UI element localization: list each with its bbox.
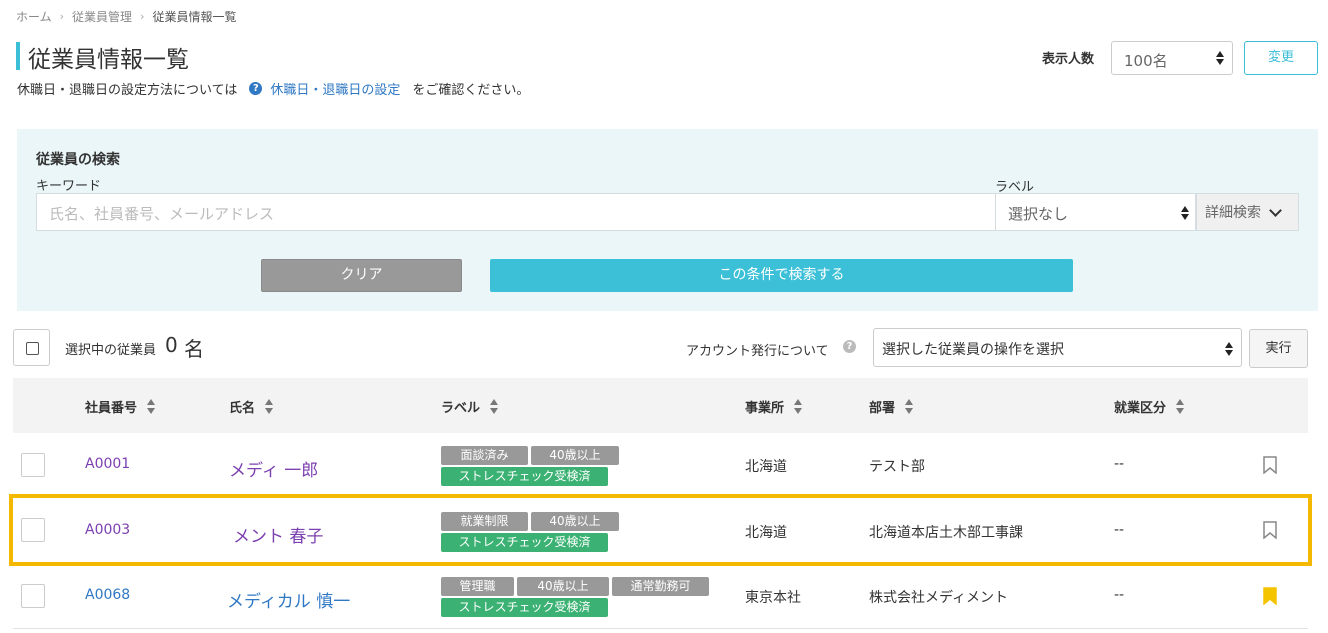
execute-button[interactable]: 実行 (1249, 329, 1308, 368)
selected-employees-label: 選択中の従業員 (65, 343, 157, 358)
label-tag: 管理職 (441, 577, 514, 596)
search-title: 従業員の検索 (36, 152, 120, 168)
display-count-label: 表示人数 (1042, 52, 1095, 67)
employment-type-cell: -- (1114, 456, 1125, 472)
info-text-before: 休職日・退職日の設定方法については (17, 83, 238, 98)
page-title: 従業員情報一覧 (28, 47, 189, 73)
department-cell: 株式会社メディメント (869, 590, 1009, 606)
sort-icon[interactable] (794, 399, 803, 414)
selected-count: 0 (165, 333, 178, 357)
operation-select[interactable]: 選択した従業員の操作を選択 (873, 328, 1242, 367)
column-header-department[interactable]: 部署 (869, 397, 914, 416)
selected-count-unit: 名 (184, 337, 204, 361)
bookmark-icon[interactable] (1263, 456, 1277, 474)
column-header-label: 就業区分 (1114, 401, 1167, 416)
breadcrumb-home[interactable]: ホーム (16, 8, 52, 25)
column-header-label: ラベル (441, 401, 481, 416)
row-divider (13, 628, 1308, 629)
label-tag-stress-check: ストレスチェック受検済 (441, 598, 608, 617)
employee-name-link[interactable]: メディカル 慎一 (227, 587, 350, 612)
operation-select-value: 選択した従業員の操作を選択 (882, 342, 1064, 358)
sort-icon[interactable] (905, 399, 914, 414)
employment-type-cell: -- (1114, 587, 1125, 603)
column-header-label-col[interactable]: ラベル (441, 397, 499, 416)
row-checkbox[interactable] (21, 453, 45, 477)
chevron-down-icon (1269, 203, 1282, 217)
label-select[interactable]: 選択なし (995, 193, 1196, 231)
keyword-input[interactable]: 氏名、社員番号、メールアドレス (36, 193, 996, 231)
breadcrumb: ホーム › 従業員管理 › 従業員情報一覧 (16, 8, 236, 25)
bookmark-filled-icon[interactable] (1263, 587, 1277, 605)
search-submit-button[interactable]: この条件で検索する (490, 259, 1073, 292)
column-header-label: 社員番号 (85, 401, 138, 416)
help-icon[interactable]: ? (843, 340, 856, 353)
select-arrows-icon (1216, 51, 1224, 65)
leave-settings-link[interactable]: 休職日・退職日の設定 (270, 79, 400, 98)
clear-button[interactable]: クリア (261, 259, 462, 292)
column-header-label: 氏名 (229, 401, 256, 416)
select-arrows-icon (1225, 342, 1233, 356)
sort-icon[interactable] (147, 399, 156, 414)
display-count-value: 100名 (1124, 52, 1168, 70)
column-header-employee-id[interactable]: 社員番号 (85, 397, 156, 416)
label-select-value: 選択なし (1008, 205, 1069, 223)
account-issue-label: アカウント発行について (686, 344, 829, 359)
detail-search-button[interactable]: 詳細検索 (1196, 193, 1299, 231)
column-header-name[interactable]: 氏名 (229, 397, 274, 416)
sort-icon[interactable] (490, 399, 499, 414)
breadcrumb-separator-icon: › (140, 10, 145, 23)
column-header-label: 部署 (869, 401, 896, 416)
highlight-frame (9, 494, 1312, 566)
breadcrumb-current: 従業員情報一覧 (152, 10, 237, 24)
office-cell: 東京本社 (745, 590, 801, 606)
label-tag: 通常勤務可 (612, 577, 709, 596)
label-tag: 40歳以上 (531, 446, 619, 465)
keyword-label: キーワード (36, 179, 102, 194)
select-arrows-icon (1181, 206, 1189, 220)
sort-icon[interactable] (265, 399, 274, 414)
label-tag: 40歳以上 (517, 577, 609, 596)
detail-search-label: 詳細検索 (1205, 205, 1261, 221)
info-line: 休職日・退職日の設定方法については ? 休職日・退職日の設定 をご確認ください。 (17, 79, 529, 98)
breadcrumb-separator-icon: › (59, 10, 65, 23)
employee-id-link[interactable]: A0001 (85, 456, 130, 472)
title-accent-bar (16, 42, 20, 70)
column-header-office[interactable]: 事業所 (745, 397, 803, 416)
breadcrumb-employee-management[interactable]: 従業員管理 (72, 8, 132, 25)
office-cell: 北海道 (745, 459, 787, 475)
help-icon: ? (249, 82, 263, 95)
change-button[interactable]: 変更 (1244, 41, 1318, 75)
info-text-after: をご確認ください。 (412, 83, 530, 98)
department-cell: テスト部 (869, 459, 925, 475)
display-count-select[interactable]: 100名 (1111, 41, 1233, 75)
column-header-employment-type[interactable]: 就業区分 (1114, 397, 1185, 416)
column-header-label: 事業所 (745, 401, 785, 416)
row-checkbox[interactable] (21, 584, 45, 608)
label-tag-stress-check: ストレスチェック受検済 (441, 467, 608, 486)
employee-id-link[interactable]: A0068 (85, 587, 130, 603)
employee-name-link[interactable]: メディ 一郎 (229, 456, 318, 481)
label-tag: 面談済み (441, 446, 528, 465)
checkbox-icon (26, 342, 39, 355)
sort-icon[interactable] (1176, 399, 1185, 414)
select-all-checkbox[interactable] (13, 329, 50, 366)
